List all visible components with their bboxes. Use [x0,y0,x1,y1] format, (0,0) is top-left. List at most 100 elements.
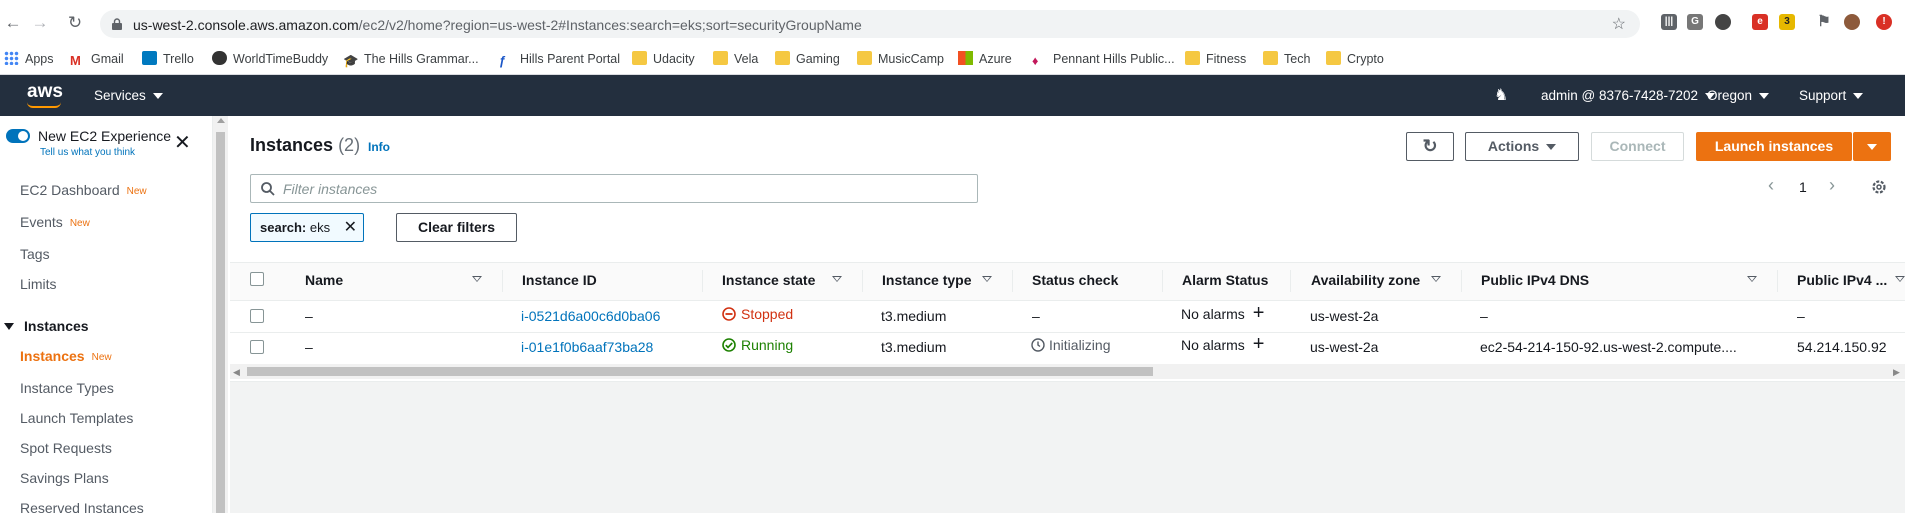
filter-box [250,174,978,203]
bookmark-worldtimebuddy[interactable]: WorldTimeBuddy [212,50,328,70]
bookmark-fitness[interactable]: Fitness [1185,50,1246,70]
bookmark-hills-grammar[interactable]: 🎓 The Hills Grammar... [343,50,479,70]
column-header-name[interactable]: Name [305,272,343,288]
sidebar-section-instances[interactable]: Instances [4,318,89,334]
bookmark-label: Vela [734,52,759,66]
sidebar-item-savings-plans[interactable]: Savings Plans [20,470,109,486]
update-icon[interactable]: ! [1876,14,1892,30]
cell-instance-id[interactable]: i-01e1f0b6aaf73ba28 [521,339,653,355]
sidebar-item-reserved-instances[interactable]: Reserved Instances [20,500,144,516]
bookmark-trello[interactable]: Trello [142,50,194,70]
column-header-public-ipv4[interactable]: Public IPv4 ... [1797,272,1887,288]
info-link[interactable]: Info [368,140,390,154]
cell-alarm-status: No alarms + [1181,334,1264,354]
horizontal-scroll-thumb[interactable] [247,367,1153,376]
bookmark-udacity[interactable]: Udacity [632,50,695,70]
bookmark-gmail[interactable]: M Gmail [70,50,124,70]
bookmark-vela[interactable]: Vela [713,50,758,70]
sidebar-item-instance-types[interactable]: Instance Types [20,380,114,396]
new-experience-toggle[interactable] [6,129,30,143]
clear-filters-button[interactable]: Clear filters [396,213,517,242]
add-alarm-icon[interactable]: + [1253,333,1265,355]
close-icon[interactable]: ✕ [174,133,191,153]
sort-icon[interactable] [832,276,842,282]
back-icon[interactable]: ← [4,14,22,32]
row-checkbox[interactable] [250,309,264,323]
filter-input[interactable] [283,180,963,198]
sort-icon[interactable] [1747,276,1757,282]
sort-icon[interactable] [1431,276,1441,282]
select-all-checkbox[interactable] [250,272,264,286]
reload-icon[interactable]: ↻ [66,14,84,32]
column-header-status-check[interactable]: Status check [1032,272,1118,288]
avatar[interactable] [1844,14,1860,30]
column-header-instance-type[interactable]: Instance type [882,272,971,288]
bookmark-label: Tech [1284,52,1311,66]
bookmark-label: Hills Parent Portal [520,52,621,66]
column-divider [502,270,503,292]
address-bar[interactable]: us-west-2.console.aws.amazon.com/ec2/v2/… [100,10,1640,38]
sidebar-item-spot-requests[interactable]: Spot Requests [20,440,112,456]
bookmark-star-icon[interactable]: ☆ [1612,14,1626,34]
extension-icon[interactable]: ||| [1661,14,1677,30]
cell-status-check: Initializing [1031,337,1110,353]
launch-instances-button[interactable]: Launch instances [1696,132,1852,161]
sidebar-scroll-thumb[interactable] [216,132,225,513]
forward-icon[interactable]: → [31,14,49,32]
sort-icon[interactable] [472,276,482,282]
extension-g-icon[interactable]: G [1687,14,1703,30]
sidebar-item-ec2-dashboard[interactable]: EC2 Dashboard New [20,182,147,198]
column-header-public-dns[interactable]: Public IPv4 DNS [1481,272,1589,288]
prev-page-icon[interactable]: ‹ [1768,175,1774,196]
support-label: Support [1799,88,1847,103]
refresh-button[interactable]: ↻ [1406,132,1454,161]
extension-circle-icon[interactable] [1715,14,1731,30]
account-menu[interactable]: admin @ 8376-7428-7202 [1541,88,1716,103]
column-header-availability-zone[interactable]: Availability zone [1311,272,1420,288]
sidebar-item-limits[interactable]: Limits [20,276,57,292]
extension-red-icon[interactable]: e [1752,14,1768,30]
aws-logo[interactable]: aws [27,81,63,103]
sidebar-item-events[interactable]: Events New [20,214,90,230]
bookmark-crypto[interactable]: Crypto [1326,50,1384,70]
actions-button[interactable]: Actions [1465,132,1579,161]
region-menu[interactable]: Oregon [1707,88,1770,103]
sidebar-item-launch-templates[interactable]: Launch Templates [20,410,133,426]
gear-icon[interactable] [1870,178,1888,196]
sidebar-item-instances[interactable]: Instances New [20,348,112,364]
row-checkbox[interactable] [250,340,264,354]
bookmark-tech[interactable]: Tech [1263,50,1310,70]
sidebar-item-tags[interactable]: Tags [20,246,50,262]
bookmark-musiccamp[interactable]: MusicCamp [857,50,944,70]
bookmark-apps[interactable]: Apps [4,50,54,70]
page-number[interactable]: 1 [1799,179,1807,195]
sort-icon[interactable] [982,276,992,282]
column-header-alarm-status[interactable]: Alarm Status [1182,272,1268,288]
cell-availability-zone: us-west-2a [1310,308,1379,324]
bookmark-pennant-hills[interactable]: ♦ Pennant Hills Public... [1032,50,1175,70]
bell-icon[interactable]: ♞ [1494,85,1508,105]
bookmark-azure[interactable]: Azure [958,50,1012,70]
scroll-up-icon[interactable] [217,118,225,123]
cell-instance-id[interactable]: i-0521d6a00c6d0ba06 [521,308,660,324]
bookmark-hills-parent-portal[interactable]: ƒ Hills Parent Portal [499,50,620,70]
extension-badge-icon[interactable]: 3 [1779,14,1795,30]
column-header-instance-state[interactable]: Instance state [722,272,815,288]
support-menu[interactable]: Support [1799,88,1864,103]
feedback-link[interactable]: Tell us what you think [40,147,135,158]
services-menu[interactable]: Services [94,88,163,103]
launch-dropdown-button[interactable] [1853,132,1891,161]
remove-filter-icon[interactable]: ✕ [344,214,357,241]
next-page-icon[interactable]: › [1829,175,1835,196]
alarm-label: No alarms [1181,306,1245,322]
bookmark-gaming[interactable]: Gaming [775,50,840,70]
page-title: Instances (2) [250,135,360,156]
column-header-instance-id[interactable]: Instance ID [522,272,597,288]
connect-button[interactable]: Connect [1591,132,1684,161]
add-alarm-icon[interactable]: + [1253,302,1265,324]
scroll-left-icon[interactable]: ◀ [233,367,240,378]
sidebar-item-label: Instances [20,348,85,364]
scroll-right-icon[interactable]: ▶ [1893,367,1900,378]
puzzle-icon[interactable]: ⚑ [1816,14,1832,30]
sort-icon[interactable] [1895,276,1905,282]
